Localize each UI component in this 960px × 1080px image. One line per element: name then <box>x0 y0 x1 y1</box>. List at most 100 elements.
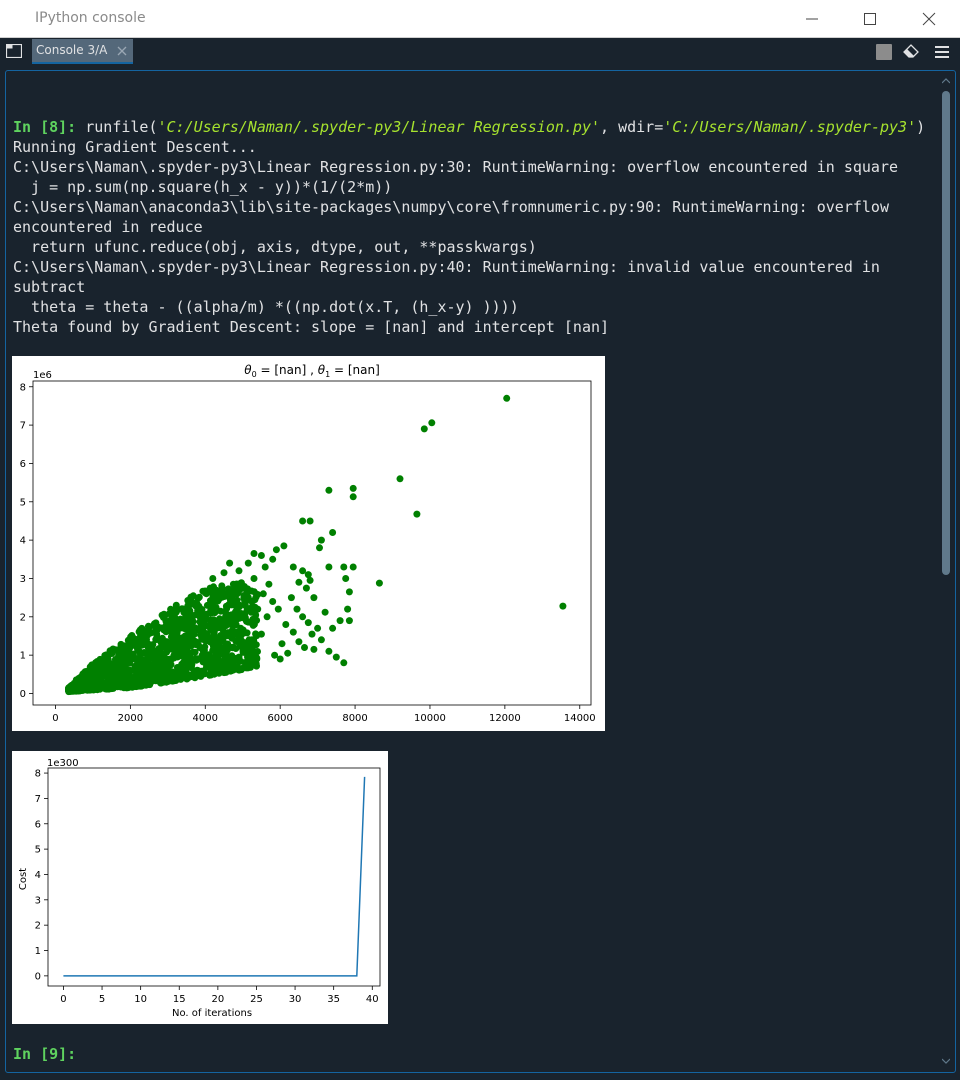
scatter-point <box>181 644 188 652</box>
scatter-point <box>274 605 282 613</box>
scatter-point <box>177 635 185 643</box>
scatter-point <box>299 517 307 525</box>
scatter-point <box>189 648 197 656</box>
x-tick-label: 40 <box>366 994 379 1005</box>
close-button[interactable] <box>900 0 958 38</box>
scatter-point <box>105 682 113 690</box>
scatter-point <box>293 605 301 613</box>
options-menu-icon[interactable] <box>934 44 950 60</box>
window-title: IPython console <box>35 10 146 26</box>
scatter-point <box>211 609 219 617</box>
x-tick-label: 4000 <box>193 713 218 724</box>
scatter-point <box>325 563 333 571</box>
scatter-point <box>240 629 248 637</box>
scatter-point <box>304 619 312 627</box>
tab-close-icon[interactable] <box>115 44 129 58</box>
scatter-point <box>259 590 267 598</box>
scatter-point <box>413 510 421 518</box>
maximize-button[interactable] <box>841 0 899 38</box>
x-axis-label: No. of iterations <box>172 1008 252 1019</box>
maximize-icon <box>864 13 876 25</box>
browse-tabs-icon[interactable] <box>6 44 22 58</box>
scatter-point <box>349 484 357 492</box>
y-offset-text: 1e300 <box>47 758 79 769</box>
scatter-point <box>280 542 288 550</box>
scatter-point <box>185 609 193 617</box>
output-line: C:\Users\Naman\anaconda3\lib\site-packag… <box>13 198 889 216</box>
scatter-point <box>227 620 235 628</box>
output-line: C:\Users\Naman\.spyder-py3\Linear Regres… <box>13 258 880 276</box>
scatter-point <box>102 655 110 663</box>
scatter-point <box>193 599 201 607</box>
scatter-point <box>159 663 167 671</box>
scatter-point <box>306 576 314 584</box>
scatter-point <box>289 563 297 571</box>
scatter-point <box>239 642 247 650</box>
minimize-icon <box>806 18 818 20</box>
cost-line-plot: 1e300 No. of iterations Cost 0 5 10 15 20 25 3… <box>18 758 381 1019</box>
scatter-point <box>299 567 307 575</box>
scatter-point <box>336 617 344 625</box>
code-wdir: , wdir= <box>600 118 664 136</box>
scatter-point <box>254 648 261 655</box>
scatter-point <box>222 609 229 617</box>
scatter-point <box>152 677 160 685</box>
scatter-point <box>114 681 122 688</box>
scatter-point <box>128 632 136 639</box>
window-titlebar: IPython console <box>0 0 960 38</box>
vertical-scrollbar[interactable] <box>941 77 951 1067</box>
scatter-point <box>265 580 273 588</box>
scatter-point <box>158 624 166 632</box>
cost-series-line <box>63 776 366 977</box>
tab-label: Console 3/A <box>36 43 108 57</box>
scatter-point <box>308 630 316 638</box>
eraser-icon[interactable] <box>903 44 919 60</box>
scatter-point <box>169 677 176 685</box>
scatter-point <box>229 580 237 588</box>
y-tick-label: 1 <box>35 946 41 957</box>
scatter-point <box>214 617 222 625</box>
scatter-point <box>94 670 102 678</box>
code-path-string: 'C:/Users/Naman/.spyder-py3/Linear Regre… <box>157 118 601 136</box>
scatter-point <box>306 517 314 525</box>
scatter-point <box>176 616 184 624</box>
scatter-point <box>143 636 150 643</box>
scatter-point <box>159 613 167 621</box>
scatter-point <box>123 666 130 674</box>
scatter-point <box>269 555 277 563</box>
x-tick-label: 25 <box>250 994 263 1005</box>
scatter-point <box>226 559 234 567</box>
y-tick-label: 4 <box>35 870 41 881</box>
scatter-point <box>244 559 252 567</box>
scroll-down-icon <box>942 1058 950 1064</box>
x-tick-label: 10000 <box>414 713 446 724</box>
code-runfile: runfile( <box>85 118 158 136</box>
x-tick-label: 10 <box>134 994 147 1005</box>
scatter-point <box>254 605 262 613</box>
scatter-point <box>287 594 295 602</box>
close-icon <box>922 12 936 26</box>
x-tick-label: 12000 <box>489 713 521 724</box>
scatter-point <box>206 622 214 630</box>
input-line-9[interactable]: In [9]: <box>13 1044 76 1064</box>
scatter-point <box>199 617 207 625</box>
scatter-point <box>200 668 208 676</box>
scatter-point <box>278 640 286 648</box>
scatter-point <box>246 644 254 651</box>
scatter-point <box>146 629 154 637</box>
scatter-point <box>221 617 229 625</box>
scatter-point <box>182 659 190 667</box>
scatter-point <box>261 563 269 571</box>
scatter-point <box>237 610 245 617</box>
console-output-area[interactable]: In [8]: runfile('C:/Users/Naman/.spyder-… <box>5 70 956 1073</box>
scatter-point <box>317 536 325 544</box>
minimize-button[interactable] <box>783 0 841 38</box>
x-tick-label: 30 <box>289 994 302 1005</box>
output-line: encountered in reduce <box>13 218 203 236</box>
scrollbar-thumb[interactable] <box>942 91 950 575</box>
plot-frame <box>47 767 381 987</box>
scatter-point <box>340 563 348 571</box>
scatter-point <box>220 569 228 577</box>
tab-console-3a[interactable]: Console 3/A <box>32 39 133 64</box>
stop-kernel-icon[interactable] <box>876 44 892 60</box>
